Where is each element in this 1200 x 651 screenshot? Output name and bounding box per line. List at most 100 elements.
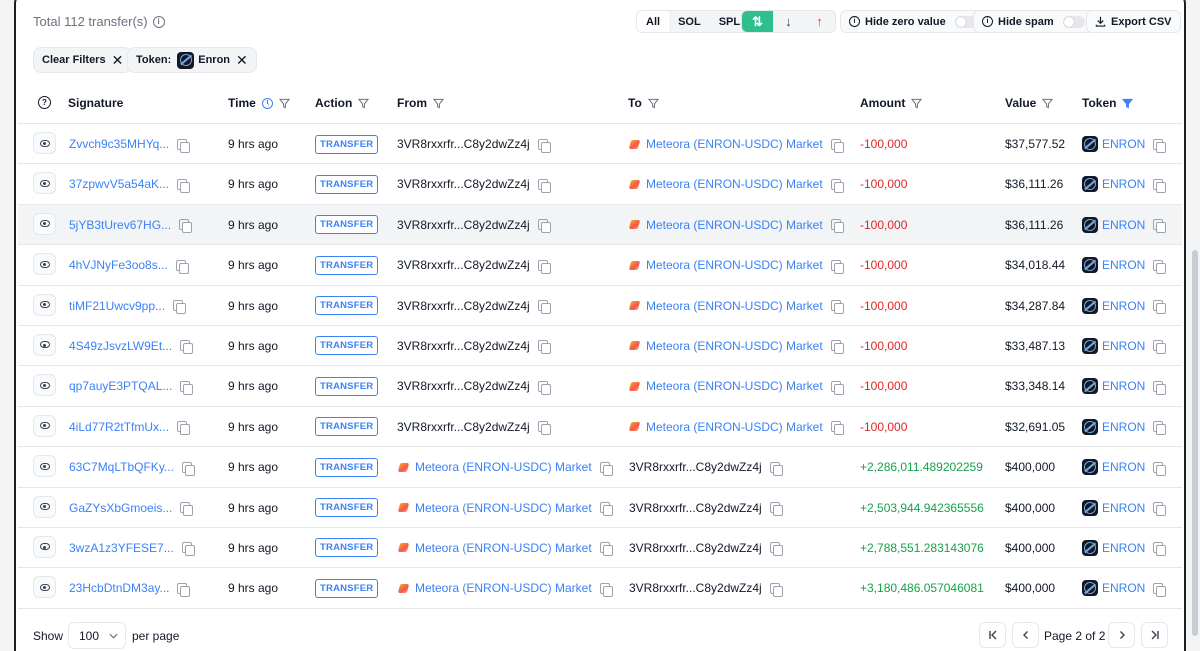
close-icon[interactable]: ✕ bbox=[112, 53, 124, 67]
to-address[interactable]: Meteora (ENRON-USDC) Market bbox=[646, 339, 823, 353]
table-row[interactable]: GaZYsXbGmoeis... 9 hrs ago TRANSFER Mete… bbox=[18, 488, 1182, 528]
arrow-down-icon[interactable]: ↓ bbox=[773, 11, 804, 32]
to-address[interactable]: Meteora (ENRON-USDC) Market bbox=[646, 299, 823, 313]
from-address[interactable]: Meteora (ENRON-USDC) Market bbox=[415, 541, 592, 555]
signature-link[interactable]: 23HcbDtnDM3ay... bbox=[69, 581, 169, 595]
table-row[interactable]: 4iLd77R2tTfmUx... 9 hrs ago TRANSFER 3VR… bbox=[18, 407, 1182, 448]
copy-icon[interactable] bbox=[537, 300, 551, 315]
signature-link[interactable]: tiMF21Uwcv9pp... bbox=[69, 299, 165, 313]
copy-icon[interactable] bbox=[177, 138, 191, 153]
signature-link[interactable]: 4S49zJsvzLW9Et... bbox=[69, 339, 172, 353]
per-page-select[interactable]: 100 bbox=[68, 622, 126, 649]
copy-icon[interactable] bbox=[599, 461, 613, 476]
copy-icon[interactable] bbox=[1153, 502, 1167, 517]
filter-active-icon[interactable] bbox=[1122, 98, 1134, 109]
copy-icon[interactable] bbox=[830, 340, 844, 355]
copy-icon[interactable] bbox=[181, 542, 195, 557]
last-page-button[interactable] bbox=[1141, 622, 1168, 648]
table-row[interactable]: tiMF21Uwcv9pp... 9 hrs ago TRANSFER 3VR8… bbox=[18, 286, 1182, 326]
table-row[interactable]: 4hVJNyFe3oo8s... 9 hrs ago TRANSFER 3VR8… bbox=[18, 245, 1182, 286]
copy-icon[interactable] bbox=[830, 380, 844, 395]
to-address[interactable]: Meteora (ENRON-USDC) Market bbox=[646, 177, 823, 191]
filter-icon[interactable] bbox=[911, 98, 923, 109]
hide-zero-toggle[interactable]: i Hide zero value bbox=[840, 10, 986, 33]
prev-page-button[interactable] bbox=[1012, 622, 1039, 648]
export-csv-button[interactable]: Export CSV bbox=[1086, 10, 1181, 33]
copy-icon[interactable] bbox=[769, 582, 783, 597]
table-row[interactable]: 63C7MqLTbQFKy... 9 hrs ago TRANSFER Mete… bbox=[18, 447, 1182, 488]
copy-icon[interactable] bbox=[769, 502, 783, 517]
view-details-button[interactable] bbox=[33, 293, 56, 316]
copy-icon[interactable] bbox=[173, 300, 187, 315]
copy-icon[interactable] bbox=[1153, 219, 1167, 234]
hide-spam-toggle[interactable]: i Hide spam bbox=[973, 10, 1094, 33]
copy-icon[interactable] bbox=[175, 259, 189, 274]
copy-icon[interactable] bbox=[180, 502, 194, 517]
token-link[interactable]: ENRON bbox=[1102, 541, 1145, 555]
token-link[interactable]: ENRON bbox=[1102, 379, 1145, 393]
table-row[interactable]: 5jYB3tUrev67HG... 9 hrs ago TRANSFER 3VR… bbox=[18, 204, 1182, 246]
first-page-button[interactable] bbox=[979, 622, 1006, 648]
table-row[interactable]: 4S49zJsvzLW9Et... 9 hrs ago TRANSFER 3VR… bbox=[18, 326, 1182, 367]
copy-icon[interactable] bbox=[830, 259, 844, 274]
copy-icon[interactable] bbox=[830, 300, 844, 315]
signature-link[interactable]: 3wzA1z3YFESE7... bbox=[69, 541, 174, 555]
filter-icon[interactable] bbox=[358, 98, 370, 109]
from-address[interactable]: Meteora (ENRON-USDC) Market bbox=[415, 581, 592, 595]
copy-icon[interactable] bbox=[1153, 542, 1167, 557]
copy-icon[interactable] bbox=[599, 542, 613, 557]
to-address[interactable]: Meteora (ENRON-USDC) Market bbox=[646, 218, 823, 232]
clear-filters-chip[interactable]: Clear Filters ✕ bbox=[33, 47, 133, 73]
table-row[interactable]: 23HcbDtnDM3ay... 9 hrs ago TRANSFER Mete… bbox=[18, 568, 1182, 609]
copy-icon[interactable] bbox=[769, 542, 783, 557]
copy-icon[interactable] bbox=[537, 421, 551, 436]
filter-all[interactable]: All bbox=[637, 11, 670, 32]
copy-icon[interactable] bbox=[177, 421, 191, 436]
view-details-button[interactable] bbox=[33, 253, 56, 276]
view-details-button[interactable] bbox=[33, 455, 56, 478]
token-filter-chip[interactable]: Token: Enron ✕ bbox=[127, 47, 257, 73]
token-link[interactable]: ENRON bbox=[1102, 218, 1145, 232]
copy-icon[interactable] bbox=[1153, 259, 1167, 274]
to-address[interactable]: Meteora (ENRON-USDC) Market bbox=[646, 137, 823, 151]
copy-icon[interactable] bbox=[180, 380, 194, 395]
copy-icon[interactable] bbox=[1153, 421, 1167, 436]
copy-icon[interactable] bbox=[1153, 461, 1167, 476]
info-icon[interactable]: i bbox=[152, 15, 165, 28]
copy-icon[interactable] bbox=[181, 461, 195, 476]
clock-icon[interactable] bbox=[261, 97, 273, 109]
copy-icon[interactable] bbox=[177, 582, 191, 597]
copy-icon[interactable] bbox=[769, 461, 783, 476]
copy-icon[interactable] bbox=[179, 219, 193, 234]
signature-link[interactable]: 4hVJNyFe3oo8s... bbox=[69, 258, 168, 272]
view-details-button[interactable] bbox=[33, 374, 56, 397]
copy-icon[interactable] bbox=[1153, 380, 1167, 395]
signature-link[interactable]: 37zpwvV5a54aK... bbox=[69, 177, 169, 191]
copy-icon[interactable] bbox=[1153, 300, 1167, 315]
copy-icon[interactable] bbox=[537, 259, 551, 274]
signature-link[interactable]: qp7auyE3PTQAL... bbox=[69, 379, 172, 393]
view-details-button[interactable] bbox=[33, 172, 56, 195]
copy-icon[interactable] bbox=[537, 178, 551, 193]
copy-icon[interactable] bbox=[1153, 340, 1167, 355]
token-link[interactable]: ENRON bbox=[1102, 137, 1145, 151]
copy-icon[interactable] bbox=[1153, 138, 1167, 153]
copy-icon[interactable] bbox=[537, 340, 551, 355]
copy-icon[interactable] bbox=[599, 582, 613, 597]
view-details-button[interactable] bbox=[33, 535, 56, 558]
signature-link[interactable]: 5jYB3tUrev67HG... bbox=[69, 218, 171, 232]
copy-icon[interactable] bbox=[1153, 178, 1167, 193]
table-row[interactable]: 37zpwvV5a54aK... 9 hrs ago TRANSFER 3VR8… bbox=[18, 164, 1182, 205]
filter-icon[interactable] bbox=[1042, 98, 1054, 109]
help-icon[interactable]: ? bbox=[38, 96, 51, 109]
to-address[interactable]: Meteora (ENRON-USDC) Market bbox=[646, 379, 823, 393]
table-row[interactable]: 3wzA1z3YFESE7... 9 hrs ago TRANSFER Mete… bbox=[18, 528, 1182, 569]
filter-icon[interactable] bbox=[433, 98, 444, 109]
copy-icon[interactable] bbox=[599, 502, 613, 517]
copy-icon[interactable] bbox=[537, 219, 551, 234]
from-address[interactable]: Meteora (ENRON-USDC) Market bbox=[415, 460, 592, 474]
arrow-up-icon[interactable]: ↑ bbox=[804, 11, 835, 32]
token-link[interactable]: ENRON bbox=[1102, 339, 1145, 353]
to-address[interactable]: Meteora (ENRON-USDC) Market bbox=[646, 420, 823, 434]
copy-icon[interactable] bbox=[537, 138, 551, 153]
